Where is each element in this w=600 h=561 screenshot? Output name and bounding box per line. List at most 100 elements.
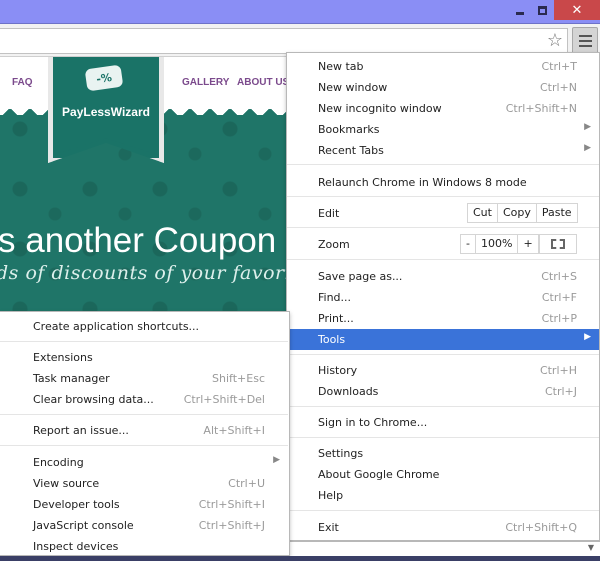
zoom-level: 100% [475,235,519,253]
zoom-controls: - 100% + [460,234,539,254]
paste-button[interactable]: Paste [536,204,577,222]
menu-item-label: Help [318,489,344,502]
chrome-main-menu: New tab Ctrl+T New window Ctrl+N New incog… [286,52,600,541]
close-button[interactable]: ✕ [554,0,600,20]
menu-separator [287,510,599,511]
submenu-item-javascript-console[interactable]: JavaScript console Ctrl+Shift+J [0,515,288,536]
menu-item-shortcut: Ctrl+H [539,364,577,377]
menu-item-label: About Google Chrome [318,468,440,481]
menu-item-shortcut: Ctrl+U [228,477,265,490]
submenu-item-task-manager[interactable]: Task manager Shift+Esc [0,368,288,389]
minimize-icon [516,11,524,15]
menu-separator [287,164,599,165]
menu-separator [0,341,288,342]
submenu-item-view-source[interactable]: View source Ctrl+U [0,473,288,494]
hamburger-icon-line [578,44,592,47]
menu-item-find[interactable]: Find... Ctrl+F [287,287,599,308]
menu-item-shortcut: Ctrl+T [541,60,577,73]
close-icon: ✕ [571,2,583,18]
nav-link-faq[interactable]: FAQ [12,77,33,88]
menu-item-settings[interactable]: Settings [287,443,599,464]
submenu-item-encoding[interactable]: Encoding ▶ [0,452,288,473]
menu-item-bookmarks[interactable]: Bookmarks ▶ [287,119,599,140]
menu-item-save-page[interactable]: Save page as... Ctrl+S [287,266,599,287]
menu-item-shortcut: Shift+Esc [212,372,265,385]
menu-item-shortcut: Ctrl+P [541,312,577,325]
menu-item-tools[interactable]: Tools ▶ [287,329,599,350]
menu-item-shortcut: Ctrl+Shift+N [505,102,577,115]
menu-item-shortcut: Ctrl+Shift+Q [505,521,577,534]
menu-item-about-chrome[interactable]: About Google Chrome [287,464,599,485]
tools-submenu: Create application shortcuts... Extensio… [0,311,290,556]
cut-button[interactable]: Cut [468,204,498,222]
brand-logo[interactable]: PayLessWizard [48,105,164,119]
menu-item-shortcut: Ctrl+J [544,385,577,398]
menu-separator [287,227,599,228]
menu-item-label: Report an issue... [33,424,129,437]
submenu-item-create-shortcuts[interactable]: Create application shortcuts... [0,316,288,337]
menu-item-sign-in[interactable]: Sign in to Chrome... [287,412,599,433]
menu-item-label: Clear browsing data... [33,393,154,406]
menu-item-shortcut: Ctrl+F [541,291,577,304]
menu-item-label: Task manager [33,372,110,385]
menu-item-exit[interactable]: Exit Ctrl+Shift+Q [287,517,599,538]
menu-item-new-tab[interactable]: New tab Ctrl+T [287,56,599,77]
menu-separator [287,354,599,355]
submenu-item-extensions[interactable]: Extensions [0,347,288,368]
submenu-arrow-icon: ▶ [273,455,280,465]
menu-item-label: New incognito window [318,102,442,115]
nav-link-about[interactable]: ABOUT US [237,77,289,88]
menu-item-label: Print... [318,312,354,325]
menu-item-help[interactable]: Help [287,485,599,506]
taskbar-edge [0,556,600,561]
hamburger-icon-line [578,34,592,37]
scroll-down-icon[interactable]: ▼ [588,543,594,552]
menu-item-shortcut: Alt+Shift+I [203,424,265,437]
page-scroll-area: ▼ [290,541,600,556]
submenu-arrow-icon: ▶ [584,143,591,153]
nav-link-gallery[interactable]: GALLERY [182,77,229,88]
menu-item-shortcut: Ctrl+N [539,81,577,94]
menu-item-label: Extensions [33,351,93,364]
menu-item-recent-tabs[interactable]: Recent Tabs ▶ [287,140,599,161]
copy-button[interactable]: Copy [497,204,537,222]
menu-item-label: New tab [318,60,364,73]
menu-item-shortcut: Ctrl+Shift+J [198,519,265,532]
menu-item-label: Developer tools [33,498,120,511]
address-bar[interactable]: ☆ [0,28,568,54]
menu-item-shortcut: Ctrl+Shift+I [198,498,265,511]
menu-item-print[interactable]: Print... Ctrl+P [287,308,599,329]
menu-separator [287,259,599,260]
menu-separator [0,445,288,446]
chrome-menu-button[interactable] [572,27,598,54]
menu-separator [0,414,288,415]
menu-item-downloads[interactable]: Downloads Ctrl+J [287,381,599,402]
menu-item-label: New window [318,81,388,94]
submenu-item-clear-browsing-data[interactable]: Clear browsing data... Ctrl+Shift+Del [0,389,288,410]
menu-item-label: Settings [318,447,364,460]
menu-item-new-incognito-window[interactable]: New incognito window Ctrl+Shift+N [287,98,599,119]
minimize-button[interactable] [508,0,532,20]
menu-item-history[interactable]: History Ctrl+H [287,360,599,381]
menu-item-label: Sign in to Chrome... [318,416,428,429]
zoom-out-button[interactable]: - [461,235,476,253]
restore-button[interactable] [530,0,554,20]
submenu-arrow-icon: ▶ [584,122,591,132]
menu-item-label: Relaunch Chrome in Windows 8 mode [318,176,527,189]
edit-button-group: Cut Copy Paste [467,203,578,223]
zoom-in-button[interactable]: + [518,235,538,253]
menu-item-label: Save page as... [318,270,403,283]
bookmark-star-icon[interactable]: ☆ [547,31,563,51]
menu-item-label: History [318,364,358,377]
menu-item-relaunch-win8[interactable]: Relaunch Chrome in Windows 8 mode [287,172,599,193]
submenu-arrow-icon: ▶ [584,332,591,342]
submenu-item-developer-tools[interactable]: Developer tools Ctrl+Shift+I [0,494,288,515]
menu-item-label: Downloads [318,385,379,398]
submenu-item-inspect-devices[interactable]: Inspect devices [0,536,288,557]
window-titlebar: ✕ [0,0,600,23]
restore-icon [537,5,547,15]
fullscreen-button[interactable] [539,234,577,254]
menu-item-shortcut: Ctrl+Shift+Del [183,393,265,406]
submenu-item-report-issue[interactable]: Report an issue... Alt+Shift+I [0,420,288,441]
menu-item-new-window[interactable]: New window Ctrl+N [287,77,599,98]
